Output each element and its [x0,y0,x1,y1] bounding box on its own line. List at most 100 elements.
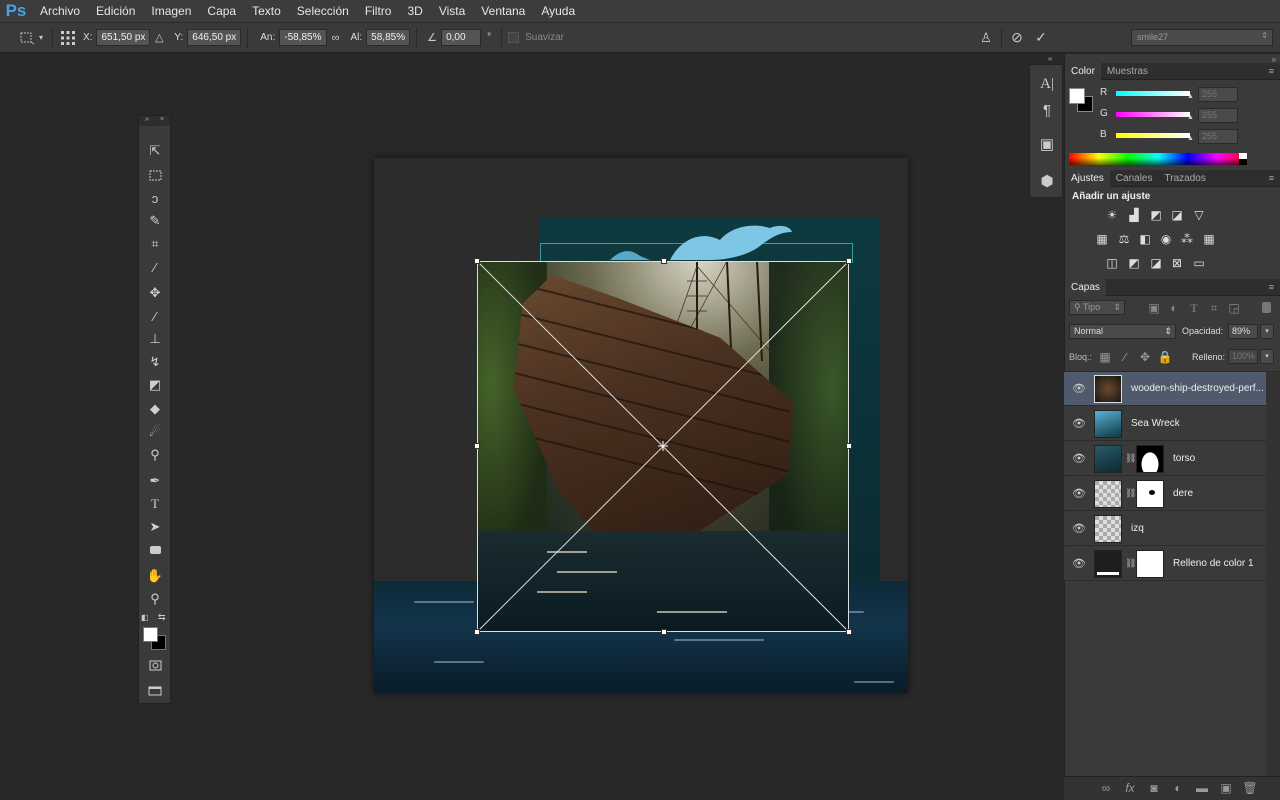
selective-color-icon[interactable]: ⊠ [1169,256,1185,270]
brush-tool-icon[interactable]: ∕ [145,307,165,325]
transform-handle-top-right[interactable] [846,258,852,264]
paint-bucket-tool-icon[interactable]: ◆ [145,400,165,418]
eye-icon[interactable]: 👁 [1072,522,1086,536]
color-balance-icon[interactable]: ⚖ [1116,232,1132,246]
levels-icon[interactable]: ▟ [1126,208,1142,222]
link-layers-icon[interactable]: ∞ [1098,781,1114,795]
panel-menu-icon[interactable]: ≡ [1269,173,1274,183]
history-brush-tool-icon[interactable]: ↯ [145,353,165,371]
link-icon[interactable]: ⛓ [1125,488,1136,499]
color-lookup-icon[interactable]: ▦ [1201,232,1217,246]
transform-tool-icon[interactable] [18,29,36,47]
collapse-panels-icon[interactable]: « [1048,54,1052,63]
tab-muestras[interactable]: Muestras [1101,63,1154,80]
cancel-transform-icon[interactable]: ⊘ [1008,29,1026,47]
character-panel-icon[interactable]: A| [1036,73,1058,95]
new-group-icon[interactable]: ▬ [1194,781,1210,795]
chevron-down-icon[interactable]: ▾ [36,29,46,47]
slider-thumb-icon[interactable]: ▲ [1187,135,1194,142]
menu-texto[interactable]: Texto [244,4,289,18]
type-tool-icon[interactable]: T [145,495,165,513]
lasso-tool-icon[interactable]: ↄ [145,189,165,207]
panel-menu-icon[interactable]: ≡ [1269,66,1274,76]
transform-handle-top[interactable] [661,258,667,264]
layer-row-izq[interactable]: 👁 izq [1064,512,1266,546]
green-track[interactable] [1116,112,1190,117]
workspace-select[interactable]: smile27 ⇕ [1131,29,1273,46]
vibrance-icon[interactable]: ▽ [1191,208,1207,222]
eyedropper-tool-icon[interactable]: ⁄ [145,258,165,276]
warp-icon[interactable]: ♙ [977,29,995,47]
foreground-color-swatch[interactable] [143,627,158,642]
lock-transparent-icon[interactable]: ▦ [1097,350,1113,364]
layers-scrollbar[interactable] [1266,372,1280,776]
green-slider[interactable]: G ▲ 255 [1100,108,1240,124]
menu-seleccion[interactable]: Selección [289,4,357,18]
tab-capas[interactable]: Capas [1065,278,1106,296]
toolbox-header[interactable]: » × [139,116,170,126]
angle-field[interactable]: 0,00 [441,29,482,46]
eye-icon[interactable]: 👁 [1072,382,1086,396]
red-track[interactable] [1116,91,1190,96]
free-transform-box[interactable] [477,261,849,632]
black-swatch[interactable] [1239,159,1247,165]
slider-thumb-icon[interactable]: ▲ [1187,93,1194,100]
blue-track[interactable] [1116,133,1190,138]
menu-ventana[interactable]: Ventana [473,4,533,18]
channel-mixer-icon[interactable]: ⁂ [1179,232,1195,246]
layer-name[interactable]: dere [1173,488,1193,499]
layer-name[interactable]: wooden-ship-destroyed-perf... [1131,383,1266,394]
transform-handle-bottom-left[interactable] [474,629,480,635]
blue-slider[interactable]: B ▲ 255 [1100,129,1240,145]
properties-panel-icon[interactable]: ▣ [1036,133,1058,155]
opacity-dropdown[interactable]: ▾ [1260,324,1274,339]
threshold-icon[interactable]: ◪ [1148,256,1164,270]
menu-filtro[interactable]: Filtro [357,4,400,18]
blue-value[interactable]: 255 [1198,129,1238,144]
crop-tool-icon[interactable]: ⌗ [145,235,165,253]
tab-color[interactable]: Color [1065,62,1101,80]
rectangle-tool-icon[interactable] [145,541,165,559]
tab-ajustes[interactable]: Ajustes [1065,169,1110,187]
layer-filter-select[interactable]: ⚲ Tipo ⇕ [1069,300,1125,315]
lock-all-icon[interactable]: 🔒 [1157,350,1173,364]
hue-saturation-icon[interactable]: ▦ [1094,232,1110,246]
eye-icon[interactable]: 👁 [1072,487,1086,501]
quick-selection-tool-icon[interactable]: ✎ [145,212,165,230]
transform-handle-left[interactable] [474,443,480,449]
opacity-field[interactable]: 89% [1228,324,1258,339]
3d-panel-icon[interactable]: ⬢ [1036,170,1058,192]
close-icon[interactable]: × [160,116,164,123]
layer-mask-thumbnail[interactable] [1136,480,1164,508]
filter-shape-icon[interactable]: ⌗ [1206,301,1222,315]
curves-icon[interactable]: ◩ [1148,208,1164,222]
swap-colors-icon[interactable]: ⇆ [158,612,166,623]
gradient-map-icon[interactable]: ▭ [1191,256,1207,270]
x-field[interactable]: 651,50 px [96,29,151,46]
link-icon[interactable]: ∞ [327,29,345,47]
layer-mask-thumbnail[interactable] [1136,550,1164,578]
photo-filter-icon[interactable]: ◉ [1158,232,1174,246]
zoom-tool-icon[interactable]: ⚲ [145,590,165,608]
commit-transform-icon[interactable]: ✓ [1032,29,1050,47]
layer-name[interactable]: Sea Wreck [1131,418,1180,429]
menu-imagen[interactable]: Imagen [143,4,199,18]
transform-handle-right[interactable] [846,443,852,449]
link-icon[interactable]: ⛓ [1125,453,1136,464]
add-mask-icon[interactable]: ◙ [1146,781,1162,795]
foreground-color-swatch[interactable] [1069,88,1085,104]
layer-row-torso[interactable]: 👁 ⛓ torso [1064,442,1266,476]
delete-layer-icon[interactable]: 🗑 [1242,781,1258,795]
marquee-tool-icon[interactable] [145,166,165,184]
adjustment-layer-icon[interactable]: ◐ [1170,781,1186,795]
filter-toggle[interactable] [1262,302,1271,313]
fx-icon[interactable]: fx [1122,781,1138,795]
width-field[interactable]: -58,85% [279,29,327,46]
spot-healing-tool-icon[interactable]: ✥ [145,284,165,302]
layer-name[interactable]: izq [1131,523,1144,534]
layer-row-sea-wreck[interactable]: 👁 Sea Wreck [1064,407,1266,441]
lock-pixels-icon[interactable]: ∕ [1117,350,1133,364]
layer-mask-thumbnail[interactable] [1136,445,1164,473]
eye-icon[interactable]: 👁 [1072,452,1086,466]
menu-vista[interactable]: Vista [431,4,473,18]
